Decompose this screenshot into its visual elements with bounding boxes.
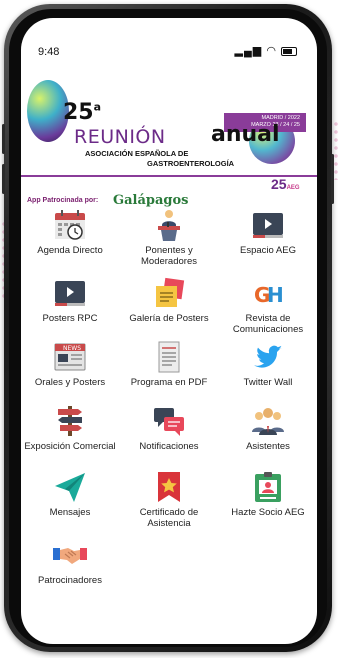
status-time: 9:48 (38, 46, 60, 58)
menu-item-revista[interactable]: GH Revista de Comunicaciones (219, 276, 317, 335)
paper-plane-icon (53, 470, 87, 504)
phone-frame: 9:48 ▂▄▆ ◠ 25a MADRID / 2022 MARZO 23 / … (2, 4, 334, 652)
menu-item-label: Orales y Posters (34, 377, 106, 388)
menu-item-label: Agenda Directo (37, 245, 103, 256)
menu-item-twitter-wall[interactable]: Twitter Wall (219, 340, 317, 389)
menu-item-asistentes[interactable]: Asistentes (219, 404, 317, 453)
title-reunion: REUNIÓN (74, 126, 166, 148)
menu-item-certificado[interactable]: Certificado de Asistencia (120, 470, 218, 529)
menu-item-label: Mensajes (49, 507, 91, 518)
menu-item-label: Patrocinadores (38, 575, 102, 586)
title-anual: anual (211, 122, 280, 147)
menu-item-label: Asistentes (246, 441, 290, 452)
menu-item-exposicion[interactable]: Exposición Comercial (21, 404, 119, 453)
association-line2: GASTROENTEROLOGÍA (147, 159, 235, 168)
wifi-icon: ◠ (266, 45, 277, 57)
volume-up-button (2, 124, 5, 154)
menu-item-espacio-aeg[interactable]: Espacio AEG (219, 208, 317, 257)
menu-item-label: Revista de Comunicaciones (232, 313, 304, 335)
menu-item-orales-posters[interactable]: NEWS Orales y Posters (21, 340, 119, 389)
twitter-bird-icon (251, 340, 285, 374)
menu-item-label: Notificaciones (139, 441, 199, 452)
battery-icon (281, 46, 297, 56)
edition-number: 25a (63, 100, 102, 125)
menu-item-label: Galería de Posters (129, 313, 209, 324)
sponsor-logo: Galápagos (113, 193, 189, 208)
association-line1: ASOCIACIÓN ESPAÑOLA DE (85, 149, 189, 158)
sticky-notes-icon (152, 276, 186, 310)
speaker-podium-icon (152, 208, 186, 242)
menu-item-hazte-socio[interactable]: Hazte Socio AEG (219, 470, 317, 519)
menu-item-posters-rpc[interactable]: Posters RPC (21, 276, 119, 325)
svg-text:NEWS: NEWS (63, 345, 81, 352)
menu-item-label: Programa en PDF (130, 377, 208, 388)
menu-item-mensajes[interactable]: Mensajes (21, 470, 119, 519)
power-button (331, 154, 334, 204)
banner-divider (21, 175, 317, 177)
menu-item-notificaciones[interactable]: Notificaciones (120, 404, 218, 453)
menu-item-label: Exposición Comercial (24, 441, 116, 452)
handshake-icon (53, 538, 87, 572)
sponsor-prefix: App Patrocinada por: (27, 197, 99, 204)
certificate-star-icon (152, 470, 186, 504)
newspaper-icon: NEWS (53, 340, 87, 374)
gh-journal-icon: GH (251, 276, 285, 310)
menu-item-patrocinadores[interactable]: Patrocinadores (21, 538, 119, 587)
menu-item-label: Ponentes y Moderadores (141, 245, 197, 267)
aeg-logo: 25AEG (271, 176, 300, 192)
svg-text:H: H (267, 283, 284, 307)
calendar-clock-icon (53, 208, 87, 242)
menu-item-label: Certificado de Asistencia (139, 507, 199, 529)
video-player-icon (53, 276, 87, 310)
people-group-icon (251, 404, 285, 438)
menu-item-label: Espacio AEG (240, 245, 296, 256)
app-screen: 9:48 ▂▄▆ ◠ 25a MADRID / 2022 MARZO 23 / … (21, 18, 317, 644)
menu-item-label: Posters RPC (42, 313, 98, 324)
signpost-icon (53, 404, 87, 438)
menu-item-programa-pdf[interactable]: Programa en PDF (120, 340, 218, 389)
chat-bubbles-icon (152, 404, 186, 438)
menu-item-ponentes[interactable]: Ponentes y Moderadores (120, 208, 218, 267)
status-icons: ▂▄▆ ◠ (235, 44, 297, 57)
menu-item-agenda-directo[interactable]: Agenda Directo (21, 208, 119, 257)
document-icon (152, 340, 186, 374)
congress-banner: 25a MADRID / 2022 MARZO 23 / 24 / 25 REU… (21, 58, 317, 208)
menu-item-label: Hazte Socio AEG (231, 507, 305, 518)
menu-item-galeria-posters[interactable]: Galería de Posters (120, 276, 218, 325)
menu-item-label: Twitter Wall (243, 377, 293, 388)
volume-down-button (2, 164, 5, 194)
video-player-icon (251, 208, 285, 242)
signal-icon: ▂▄▆ (234, 45, 263, 57)
id-badge-icon (251, 470, 285, 504)
